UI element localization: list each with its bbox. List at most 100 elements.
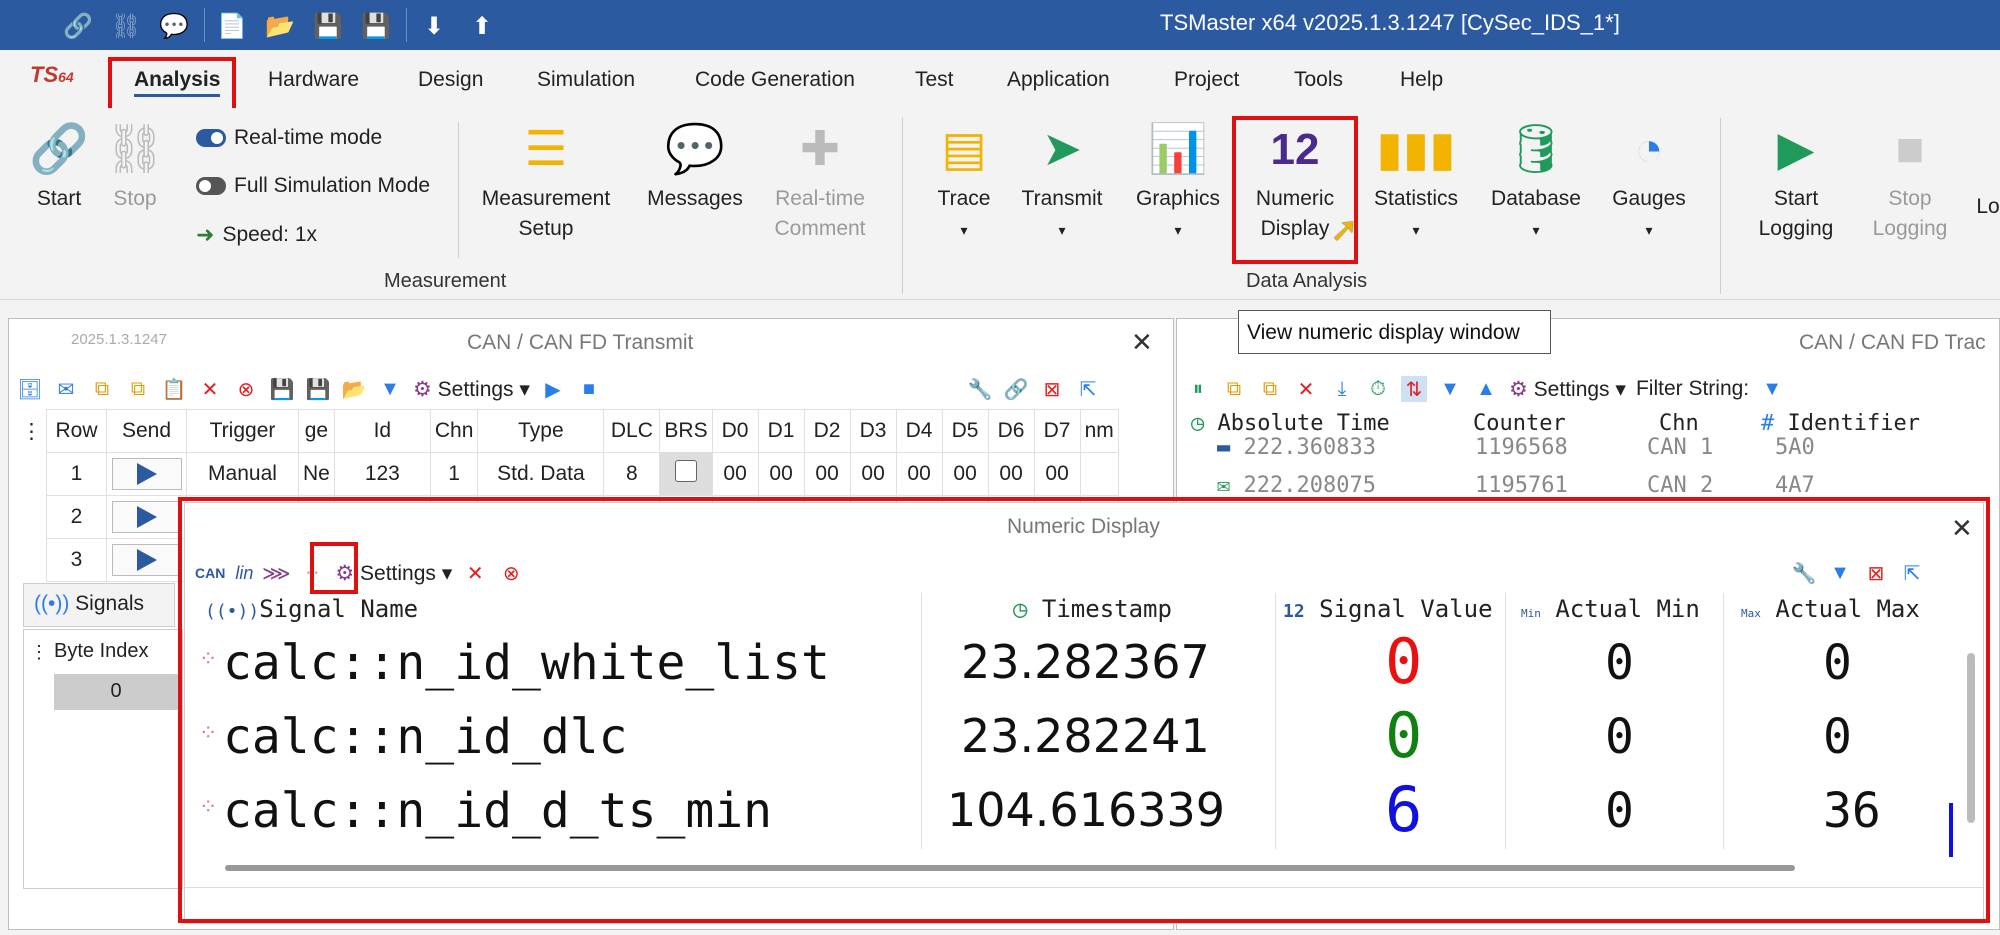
lin-icon[interactable]: lin bbox=[235, 563, 253, 584]
copy-settings-icon[interactable]: ⧉ bbox=[1257, 376, 1283, 402]
clock-icon[interactable]: ⏱ bbox=[1365, 376, 1391, 402]
copy-icon[interactable]: ⧉ bbox=[89, 376, 115, 402]
sort-icon[interactable]: ⇅ bbox=[1401, 376, 1427, 402]
realtime-mode-toggle[interactable]: Real-time mode bbox=[196, 126, 382, 150]
upload-icon[interactable]: ⬆ bbox=[464, 8, 500, 44]
speed-selector[interactable]: ➜ Speed: 1x bbox=[196, 222, 317, 248]
signal-dots-icon[interactable]: ⁘ bbox=[299, 560, 325, 586]
scroll-to-end-icon[interactable]: ⤓ bbox=[1329, 376, 1355, 402]
transmit-button[interactable]: ➤ Transmit ▾ bbox=[1016, 122, 1108, 245]
d5-cell[interactable]: 00 bbox=[941, 452, 989, 496]
d2-cell[interactable]: 00 bbox=[803, 452, 851, 496]
clear-all-icon[interactable]: ⊗ bbox=[498, 560, 524, 586]
menu-test[interactable]: Test bbox=[915, 68, 954, 92]
copy-icon[interactable]: ⧉ bbox=[1221, 376, 1247, 402]
save-config-as-icon[interactable]: 💾 bbox=[305, 376, 331, 402]
horizontal-scrollbar[interactable] bbox=[225, 865, 1795, 871]
flexray-icon[interactable]: ⋙ bbox=[262, 560, 290, 586]
d6-cell[interactable]: 00 bbox=[987, 452, 1035, 496]
row-menu-icon[interactable]: ⋮ bbox=[17, 410, 47, 453]
col-actual-min[interactable]: Min Actual Min bbox=[1521, 595, 1700, 623]
trace-settings-menu[interactable]: ⚙ Settings ▾ bbox=[1509, 377, 1626, 402]
database-button[interactable]: 🛢 Database ▾ bbox=[1486, 122, 1586, 245]
wrench-icon[interactable]: 🔧 bbox=[967, 376, 993, 402]
link-icon-toolbar[interactable]: 🔗 bbox=[1003, 376, 1029, 402]
numeric-settings-menu[interactable]: ⚙ Settings ▾ bbox=[335, 561, 452, 586]
menu-analysis[interactable]: Analysis bbox=[134, 68, 221, 97]
menu-simulation[interactable]: Simulation bbox=[537, 68, 635, 92]
clear-filter-icon[interactable]: ⊠ bbox=[1039, 376, 1065, 402]
table-row[interactable]: ✉ 222.208075 1195761 CAN 2 4A7 bbox=[1217, 473, 1977, 503]
can-icon[interactable]: CAN bbox=[195, 565, 225, 581]
table-row[interactable]: ▬ 222.360833 1196568 CAN 1 5A0 bbox=[1217, 435, 1977, 471]
messages-button[interactable]: 💬 Messages bbox=[640, 122, 750, 214]
send-button[interactable] bbox=[111, 543, 182, 576]
d1-cell[interactable]: 00 bbox=[757, 452, 805, 496]
full-simulation-mode-toggle[interactable]: Full Simulation Mode bbox=[196, 174, 430, 198]
load-config-icon[interactable]: 📂 bbox=[341, 376, 367, 402]
trigger-cell[interactable]: Manual bbox=[186, 452, 299, 496]
send-button[interactable] bbox=[111, 457, 182, 490]
col-actual-max[interactable]: Max Actual Max bbox=[1741, 595, 1920, 623]
d7-cell[interactable]: 00 bbox=[1033, 452, 1081, 496]
numeric-display-close-icon[interactable]: ✕ bbox=[1951, 513, 1973, 544]
col-chn[interactable]: Chn bbox=[1659, 411, 1699, 436]
col-timestamp[interactable]: ◷ Timestamp bbox=[1013, 595, 1172, 623]
pause-icon[interactable]: ⏸ bbox=[1185, 376, 1211, 402]
wrench-icon[interactable]: 🔧 bbox=[1791, 560, 1817, 586]
start-button[interactable]: 🔗 Start bbox=[24, 122, 94, 214]
menu-application[interactable]: Application bbox=[1007, 68, 1110, 92]
table-row[interactable]: ⁘ calc::n_id_white_list 23.282367 0 0 0 bbox=[199, 625, 1959, 701]
filter-funnel-icon[interactable]: ▼ bbox=[1759, 376, 1785, 402]
tab-signals[interactable]: ((•)) Signals bbox=[23, 583, 175, 627]
col-identifier[interactable]: # Identifier bbox=[1761, 411, 1920, 436]
col-signal-name[interactable]: ((•))Signal Name bbox=[205, 595, 418, 623]
transmit-settings-menu[interactable]: ⚙ Settings ▾ bbox=[413, 377, 530, 402]
d3-cell[interactable]: 00 bbox=[849, 452, 897, 496]
stop-button[interactable]: ⛓ Stop bbox=[100, 122, 170, 214]
type-cell[interactable]: Std. Data bbox=[477, 452, 605, 496]
clear-icon[interactable]: ✕ bbox=[1293, 376, 1319, 402]
table-row[interactable]: ⁘ calc::n_id_dlc 23.282241 0 0 0 bbox=[199, 699, 1959, 775]
open-folder-icon[interactable]: 📂 bbox=[262, 8, 298, 44]
menu-tools[interactable]: Tools bbox=[1294, 68, 1343, 92]
vertical-scrollbar[interactable] bbox=[1967, 653, 1975, 823]
clear-all-icon[interactable]: ⊗ bbox=[233, 376, 259, 402]
ge-cell[interactable]: Ne bbox=[298, 452, 335, 496]
save-as-icon[interactable]: 💾 bbox=[358, 8, 394, 44]
menu-help[interactable]: Help bbox=[1400, 68, 1443, 92]
mail-add-icon[interactable]: ✉ bbox=[53, 376, 79, 402]
id-cell[interactable]: 123 bbox=[333, 452, 431, 496]
statistics-button[interactable]: ▮▮▮ Statistics ▾ bbox=[1366, 122, 1466, 245]
menu-hardware[interactable]: Hardware bbox=[268, 68, 359, 92]
chat-icon[interactable]: 💬 bbox=[156, 8, 192, 44]
col-signal-value[interactable]: 12 Signal Value bbox=[1283, 595, 1493, 623]
stop-logging-button[interactable]: ■ Stop Logging bbox=[1860, 122, 1960, 244]
realtime-comment-button[interactable]: ✚ Real-time Comment bbox=[762, 122, 878, 244]
menu-code-generation[interactable]: Code Generation bbox=[695, 68, 855, 92]
brs-checkbox[interactable] bbox=[674, 460, 697, 482]
arrow-up-icon[interactable]: ▲ bbox=[1473, 376, 1499, 402]
send-all-play-icon[interactable]: ▶ bbox=[540, 376, 566, 402]
stop-all-icon[interactable]: ■ bbox=[576, 376, 602, 402]
filter-icon[interactable]: ▼ bbox=[1827, 560, 1853, 586]
export-icon[interactable]: ⇱ bbox=[1075, 376, 1101, 402]
trace-button[interactable]: ▤ Trace ▾ bbox=[930, 122, 998, 245]
chn-cell[interactable]: 1 bbox=[429, 452, 479, 496]
menu-project[interactable]: Project bbox=[1174, 68, 1239, 92]
paste-icon[interactable]: 📋 bbox=[161, 376, 187, 402]
link-icon[interactable]: 🔗 bbox=[60, 8, 96, 44]
d0-cell[interactable]: 00 bbox=[711, 452, 759, 496]
gauges-button[interactable]: ◔ Gauges ▾ bbox=[1604, 122, 1694, 245]
download-icon[interactable]: ⬇ bbox=[416, 8, 452, 44]
d4-cell[interactable]: 00 bbox=[895, 452, 943, 496]
measurement-setup-button[interactable]: ☰ Measurement Setup bbox=[476, 122, 616, 244]
table-row[interactable]: ⁘ calc::n_id_d_ts_min 104.616339 6 0 36 bbox=[199, 773, 1959, 849]
export-icon[interactable]: ⇱ bbox=[1899, 560, 1925, 586]
dlc-cell[interactable]: 8 bbox=[603, 452, 661, 496]
start-logging-button[interactable]: ▶ Start Logging bbox=[1746, 122, 1846, 244]
table-row[interactable]: 1 Manual Ne 123 1 Std. Data 8 00 00 00 0… bbox=[17, 452, 1119, 496]
graphics-button[interactable]: 📊 Graphics ▾ bbox=[1128, 122, 1228, 245]
menu-design[interactable]: Design bbox=[418, 68, 483, 92]
filter-icon[interactable]: ▼ bbox=[377, 376, 403, 402]
